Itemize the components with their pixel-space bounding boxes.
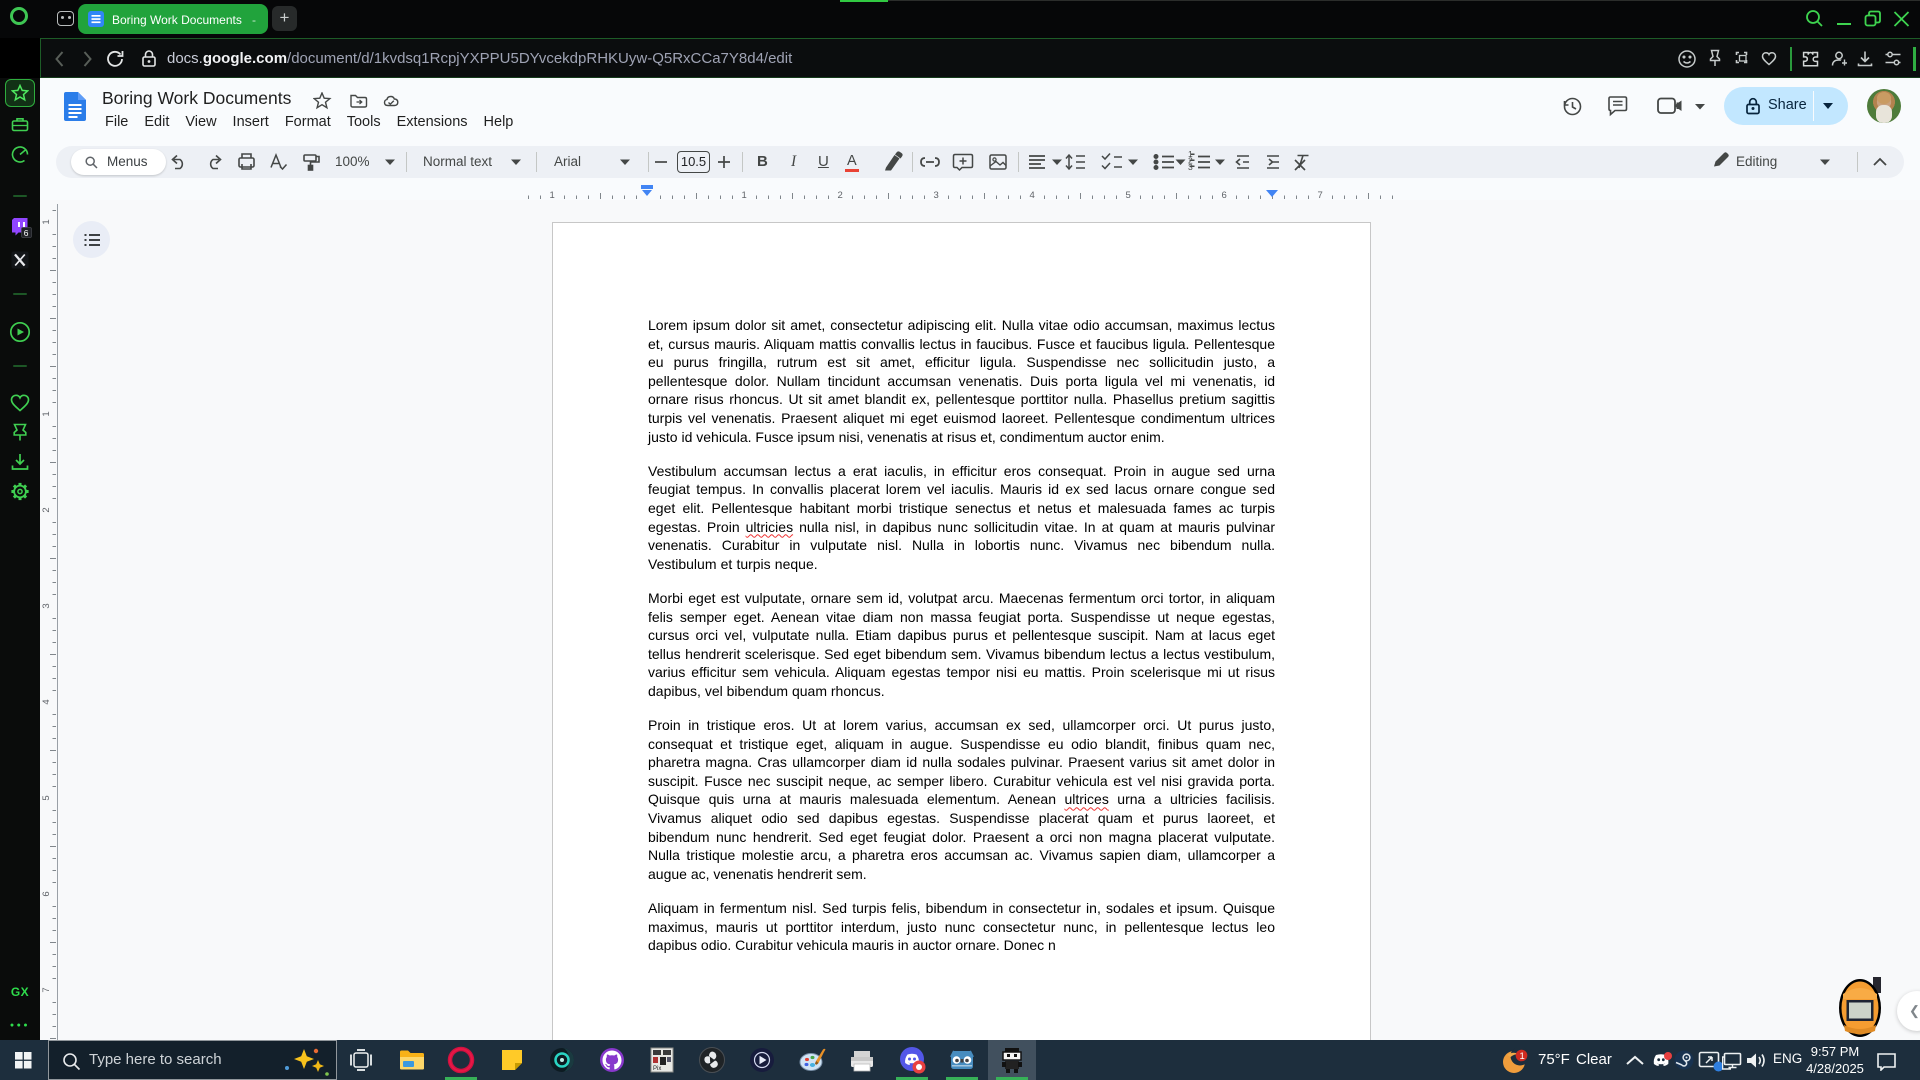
svg-text:6: 6 bbox=[41, 891, 52, 896]
svg-text:4: 4 bbox=[41, 699, 52, 704]
svg-text:1: 1 bbox=[41, 219, 52, 224]
svg-text:6: 6 bbox=[24, 228, 29, 238]
svg-text:1: 1 bbox=[41, 411, 52, 416]
svg-text:7: 7 bbox=[41, 987, 52, 992]
svg-text:3: 3 bbox=[41, 603, 52, 608]
svg-text:5: 5 bbox=[41, 795, 52, 800]
svg-text:2: 2 bbox=[41, 507, 52, 512]
svg-text:1: 1 bbox=[1520, 1051, 1525, 1062]
svg-text:3: 3 bbox=[1188, 162, 1193, 172]
svg-text:Pix: Pix bbox=[653, 1066, 661, 1072]
